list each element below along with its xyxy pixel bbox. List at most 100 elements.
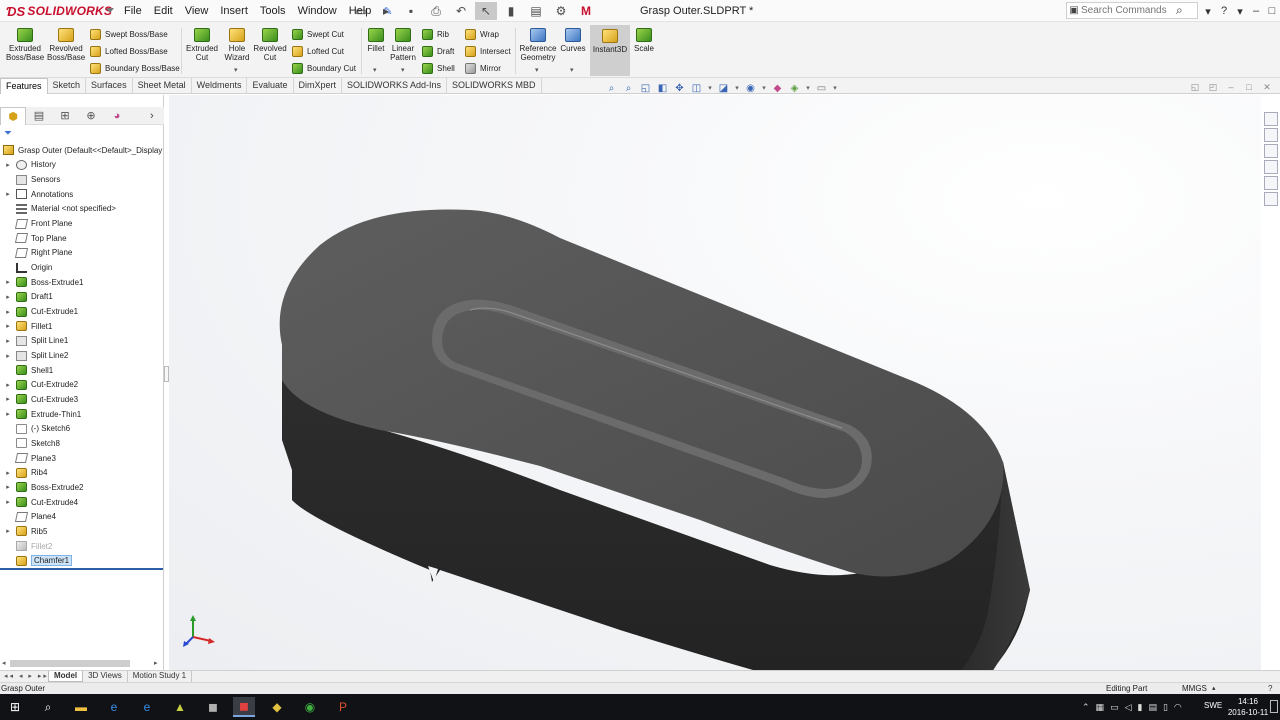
toolbox-taskbar-icon[interactable]: ◆ [266, 697, 288, 717]
expand-arrow-icon[interactable]: ▸ [4, 293, 12, 301]
units-dropdown-icon[interactable]: ▴ [1212, 683, 1216, 694]
status-help-icon[interactable]: ? [1268, 683, 1272, 694]
new-document-icon[interactable]: ▭ [350, 2, 372, 20]
file-explorer-taskbar-icon[interactable]: ▬ [70, 697, 92, 717]
extruded-boss-button[interactable]: Extruded Boss/Base [6, 28, 44, 62]
curves-button[interactable]: Curves [560, 28, 586, 53]
view-orientation-icon[interactable]: ◫ [689, 82, 704, 96]
tray-overflow-icon[interactable]: ⌃ [1082, 702, 1090, 713]
swept-boss-button[interactable]: Swept Boss/Base [90, 26, 168, 42]
notifications-icon[interactable] [1270, 700, 1278, 713]
tree-item[interactable]: ▸Top Plane [0, 231, 163, 246]
taskbar-clock[interactable]: 14:16 2016-10-11 [1226, 696, 1270, 718]
open-icon[interactable]: ▸ [375, 2, 397, 20]
viewport-tile-icon[interactable]: ◰ [1206, 82, 1220, 93]
edit-appearance-icon[interactable]: ◆ [770, 82, 785, 96]
tree-item[interactable]: ▸ Split Line1 [0, 334, 163, 349]
reference-geometry-dropdown-icon[interactable]: ▾ [535, 66, 539, 74]
undo-icon[interactable]: ↶ [450, 2, 472, 20]
expand-arrow-icon[interactable]: ▸ [4, 410, 12, 418]
minimize-icon[interactable]: – [1248, 5, 1264, 17]
tree-item[interactable]: ▸Chamfer1 [0, 553, 163, 568]
shell-button[interactable]: Shell [422, 60, 455, 76]
expand-arrow-icon[interactable]: ▸ [4, 278, 12, 286]
tree-item[interactable]: ▸ Cut-Extrude4 [0, 495, 163, 510]
tree-item[interactable]: ▸ Fillet1 [0, 319, 163, 334]
tree-item[interactable]: ▸Right Plane [0, 246, 163, 261]
expand-arrow-icon[interactable]: ▸ [4, 395, 12, 403]
tree-item[interactable]: ▸ Rib5 [0, 524, 163, 539]
previous-view-icon[interactable]: ◱ [638, 82, 653, 96]
tree-item[interactable]: ▸ Cut-Extrude1 [0, 304, 163, 319]
tree-root[interactable]: Grasp Outer (Default<<Default>_Display [0, 143, 163, 158]
tree-item[interactable]: ▸Fillet2 [0, 539, 163, 554]
tree-item[interactable]: ▸Origin [0, 260, 163, 275]
draft-button[interactable]: Draft [422, 43, 454, 59]
custom-properties-icon[interactable] [1264, 192, 1278, 206]
fillet-dropdown-icon[interactable]: ▾ [373, 66, 377, 74]
bottom-tab-scroll-icon[interactable]: ◂◂ ◂ ▸ ▸▸ [4, 671, 49, 682]
tree-item[interactable]: ▸ Boss-Extrude1 [0, 275, 163, 290]
scroll-thumb[interactable] [10, 660, 130, 667]
part-model[interactable] [169, 95, 1261, 670]
revolved-boss-button[interactable]: Revolved Boss/Base [47, 28, 85, 62]
tab-sketch[interactable]: Sketch [48, 78, 87, 94]
intersect-button[interactable]: Intersect [465, 43, 511, 59]
viewport-restore-icon[interactable]: ◱ [1188, 82, 1202, 93]
scroll-right-icon[interactable]: ▸ [154, 659, 158, 667]
tab-model[interactable]: Model [48, 671, 84, 682]
restore-icon[interactable]: □ [1264, 5, 1280, 17]
expand-arrow-icon[interactable]: ▸ [4, 498, 12, 506]
print-icon[interactable]: ⎙ [425, 2, 447, 20]
tray-input-icon[interactable]: ▤ [1148, 702, 1157, 713]
rib-button[interactable]: Rib [422, 26, 449, 42]
mirror-button[interactable]: Mirror [465, 60, 501, 76]
graphics-area[interactable] [169, 95, 1261, 670]
tree-item[interactable]: ▸Sensors [0, 172, 163, 187]
tab-sheet-metal[interactable]: Sheet Metal [133, 78, 192, 94]
windows-start-icon[interactable]: ⊞ [4, 697, 26, 717]
options-gear-icon[interactable]: ⚙ [550, 2, 572, 20]
save-icon[interactable]: ▪ [400, 2, 422, 20]
tab-surfaces[interactable]: Surfaces [86, 78, 133, 94]
tree-item[interactable]: ▸ Extrude-Thin1 [0, 407, 163, 422]
expand-arrow-icon[interactable]: ▸ [4, 381, 12, 389]
linear-pattern-dropdown-icon[interactable]: ▾ [401, 66, 405, 74]
tree-item[interactable]: ▸ Annotations [0, 187, 163, 202]
hide-show-dropdown-icon[interactable]: ▾ [760, 82, 768, 96]
design-library-icon[interactable] [1264, 128, 1278, 142]
panel-horizontal-scrollbar[interactable]: ◂ ▸ [2, 659, 160, 668]
viewport-minimize-icon[interactable]: – [1224, 82, 1238, 93]
powerpoint-taskbar-icon[interactable]: P [332, 697, 354, 717]
featuremanager-tab-icon[interactable]: ⬢ [0, 106, 26, 125]
apply-scene-icon[interactable]: ◈ [787, 82, 802, 96]
menu-window[interactable]: Window [292, 0, 343, 22]
tree-item[interactable]: ▸Material <not specified> [0, 202, 163, 217]
search-scope-icon[interactable]: ▣ [1067, 5, 1081, 16]
view-palette-icon[interactable] [1264, 160, 1278, 174]
zoom-to-fit-icon[interactable]: ⌕ [604, 82, 619, 96]
scale-button[interactable]: Scale [632, 28, 656, 53]
tray-network-icon[interactable]: ▭ [1110, 702, 1119, 713]
expand-arrow-icon[interactable]: ▸ [4, 322, 12, 330]
select-pointer-icon[interactable]: ↖ [475, 2, 497, 20]
expand-arrow-icon[interactable]: ▸ [4, 527, 12, 535]
revolved-cut-button[interactable]: Revolved Cut [253, 28, 287, 62]
view-settings-icon[interactable]: ▭ [814, 82, 829, 96]
hide-show-items-icon[interactable]: ◉ [743, 82, 758, 96]
expand-arrow-icon[interactable]: ▸ [4, 483, 12, 491]
tab-evaluate[interactable]: Evaluate [247, 78, 294, 94]
boundary-boss-button[interactable]: Boundary Boss/Base [90, 60, 180, 76]
fillet-button[interactable]: Fillet [363, 28, 389, 53]
tray-wifi-icon[interactable]: ◠ [1174, 702, 1182, 713]
tab-dimxpert[interactable]: DimXpert [294, 78, 343, 94]
rebuild-icon[interactable]: ▮ [500, 2, 522, 20]
solidworks-2016-taskbar-icon[interactable]: ◼ [202, 697, 224, 717]
menu-file[interactable]: File [118, 0, 148, 22]
search-dropdown-icon[interactable]: ▾ [1200, 5, 1216, 18]
internet-explorer-icon[interactable]: e [136, 697, 158, 717]
viewport-maximize-icon[interactable]: □ [1242, 82, 1256, 93]
menu-view[interactable]: View [179, 0, 215, 22]
appearances-icon[interactable] [1264, 176, 1278, 190]
expand-arrow-icon[interactable]: ▸ [4, 161, 12, 169]
